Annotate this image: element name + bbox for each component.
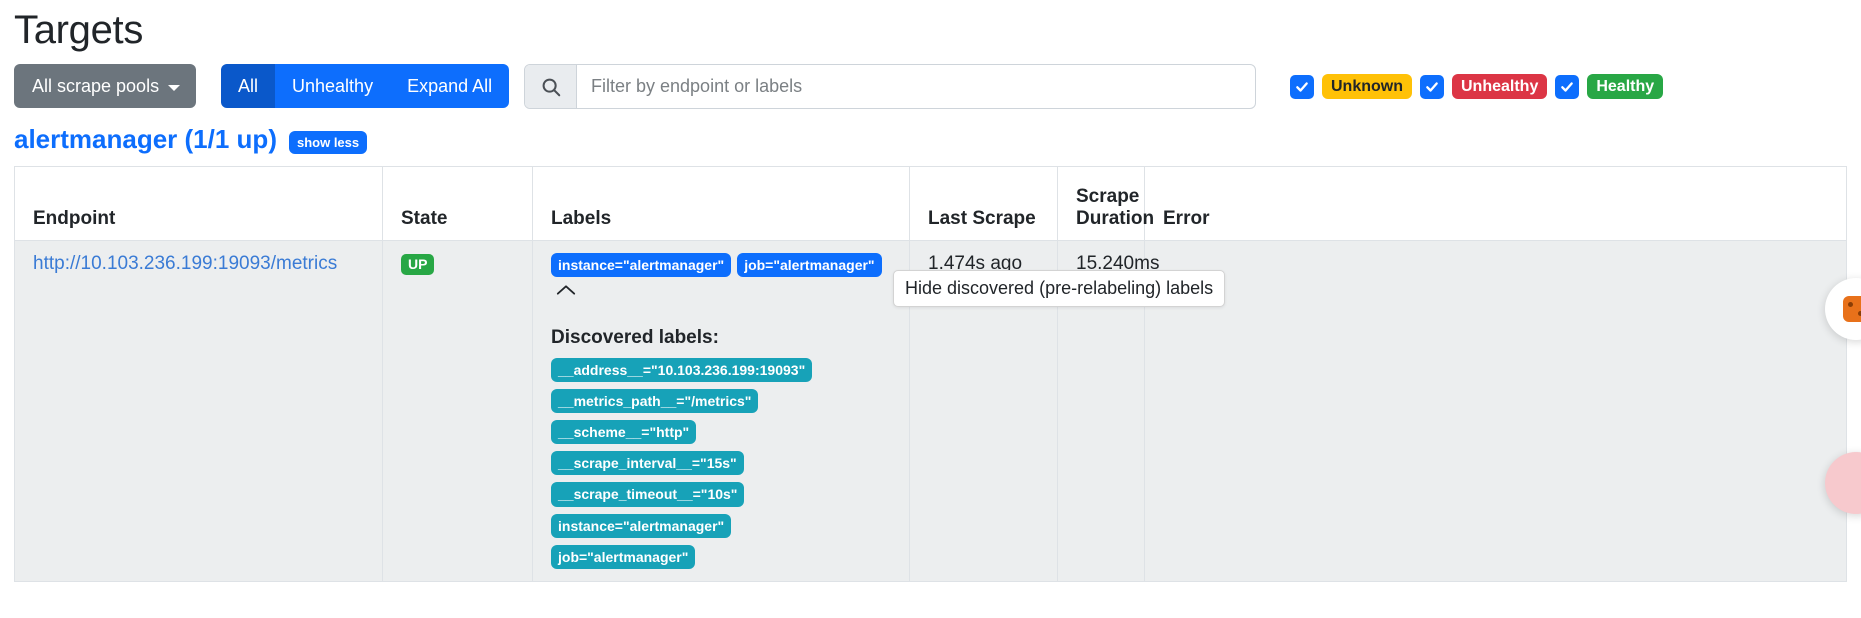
checkbox-unhealthy[interactable] bbox=[1420, 74, 1444, 99]
column-header-state: State bbox=[382, 166, 533, 241]
cookie-icon bbox=[1843, 296, 1861, 322]
discovered-label-scrape-interval: __scrape_interval__="15s" bbox=[551, 451, 744, 476]
search-icon bbox=[525, 65, 577, 108]
page-title: Targets bbox=[14, 8, 144, 52]
discovered-label-address: __address__="10.103.236.199:19093" bbox=[551, 358, 813, 383]
scrape-pool-dropdown[interactable]: All scrape pools bbox=[14, 64, 197, 108]
label-chip-job[interactable]: job="alertmanager" bbox=[737, 253, 882, 278]
labels-row: instance="alertmanager" job="alertmanage… bbox=[551, 253, 909, 297]
cell-labels: instance="alertmanager" job="alertmanage… bbox=[532, 240, 910, 582]
checkbox-healthy[interactable] bbox=[1555, 74, 1580, 99]
column-header-labels: Labels bbox=[532, 166, 910, 241]
targets-page: Targets All scrape pools All Unhealthy E… bbox=[0, 0, 1861, 618]
chevron-up-icon[interactable] bbox=[551, 283, 581, 297]
chevron-down-icon bbox=[168, 85, 181, 91]
cell-endpoint: http://10.103.236.199:19093/metrics bbox=[14, 240, 383, 582]
filter-button-all[interactable]: All bbox=[221, 64, 276, 108]
table-header-row: Endpoint State Labels Last Scrape Scrape… bbox=[14, 166, 1847, 241]
status-filter-group: Unknown Unhealthy Healthy bbox=[1290, 74, 1664, 99]
targets-table: Endpoint State Labels Last Scrape Scrape… bbox=[14, 166, 1847, 582]
status-badge-healthy[interactable]: Healthy bbox=[1587, 74, 1664, 99]
filter-button-expand-all[interactable]: Expand All bbox=[390, 64, 510, 108]
cell-error bbox=[1144, 240, 1847, 582]
status-badge-up: UP bbox=[401, 254, 435, 276]
status-badge-unknown[interactable]: Unknown bbox=[1322, 74, 1412, 99]
show-less-button[interactable]: show less bbox=[288, 130, 368, 154]
filter-button-unhealthy[interactable]: Unhealthy bbox=[275, 64, 391, 108]
discovered-label-scrape-timeout: __scrape_timeout__="10s" bbox=[551, 482, 745, 507]
discovered-labels-list: __address__="10.103.236.199:19093" __met… bbox=[551, 358, 909, 569]
search-bar bbox=[524, 64, 1256, 109]
status-badge-unhealthy[interactable]: Unhealthy bbox=[1452, 74, 1548, 99]
scrape-pool-heading: alertmanager (1/1 up) show less bbox=[14, 123, 368, 155]
discovered-label-metrics-path: __metrics_path__="/metrics" bbox=[551, 389, 759, 414]
endpoint-link[interactable]: http://10.103.236.199:19093/metrics bbox=[33, 253, 337, 274]
discovered-labels-title: Discovered labels: bbox=[551, 327, 719, 349]
scrape-pool-title[interactable]: alertmanager (1/1 up) bbox=[14, 123, 277, 155]
column-header-endpoint: Endpoint bbox=[14, 166, 383, 241]
checkbox-unknown[interactable] bbox=[1290, 74, 1314, 99]
discovered-label-job: job="alertmanager" bbox=[551, 544, 696, 569]
label-chip-instance[interactable]: instance="alertmanager" bbox=[551, 253, 732, 278]
column-header-error: Error bbox=[1144, 166, 1847, 241]
scrape-pool-dropdown-label: All scrape pools bbox=[32, 75, 160, 96]
filter-button-group: All Unhealthy Expand All bbox=[221, 64, 510, 108]
search-input[interactable] bbox=[577, 65, 1255, 108]
discovered-label-scheme: __scheme__="http" bbox=[551, 420, 697, 445]
column-header-scrape-duration: Scrape Duration bbox=[1057, 166, 1154, 241]
tooltip: Hide discovered (pre-relabeling) labels bbox=[893, 270, 1226, 307]
discovered-label-instance: instance="alertmanager" bbox=[551, 513, 732, 538]
cell-state: UP bbox=[382, 240, 533, 582]
column-header-last-scrape: Last Scrape bbox=[909, 166, 1058, 241]
